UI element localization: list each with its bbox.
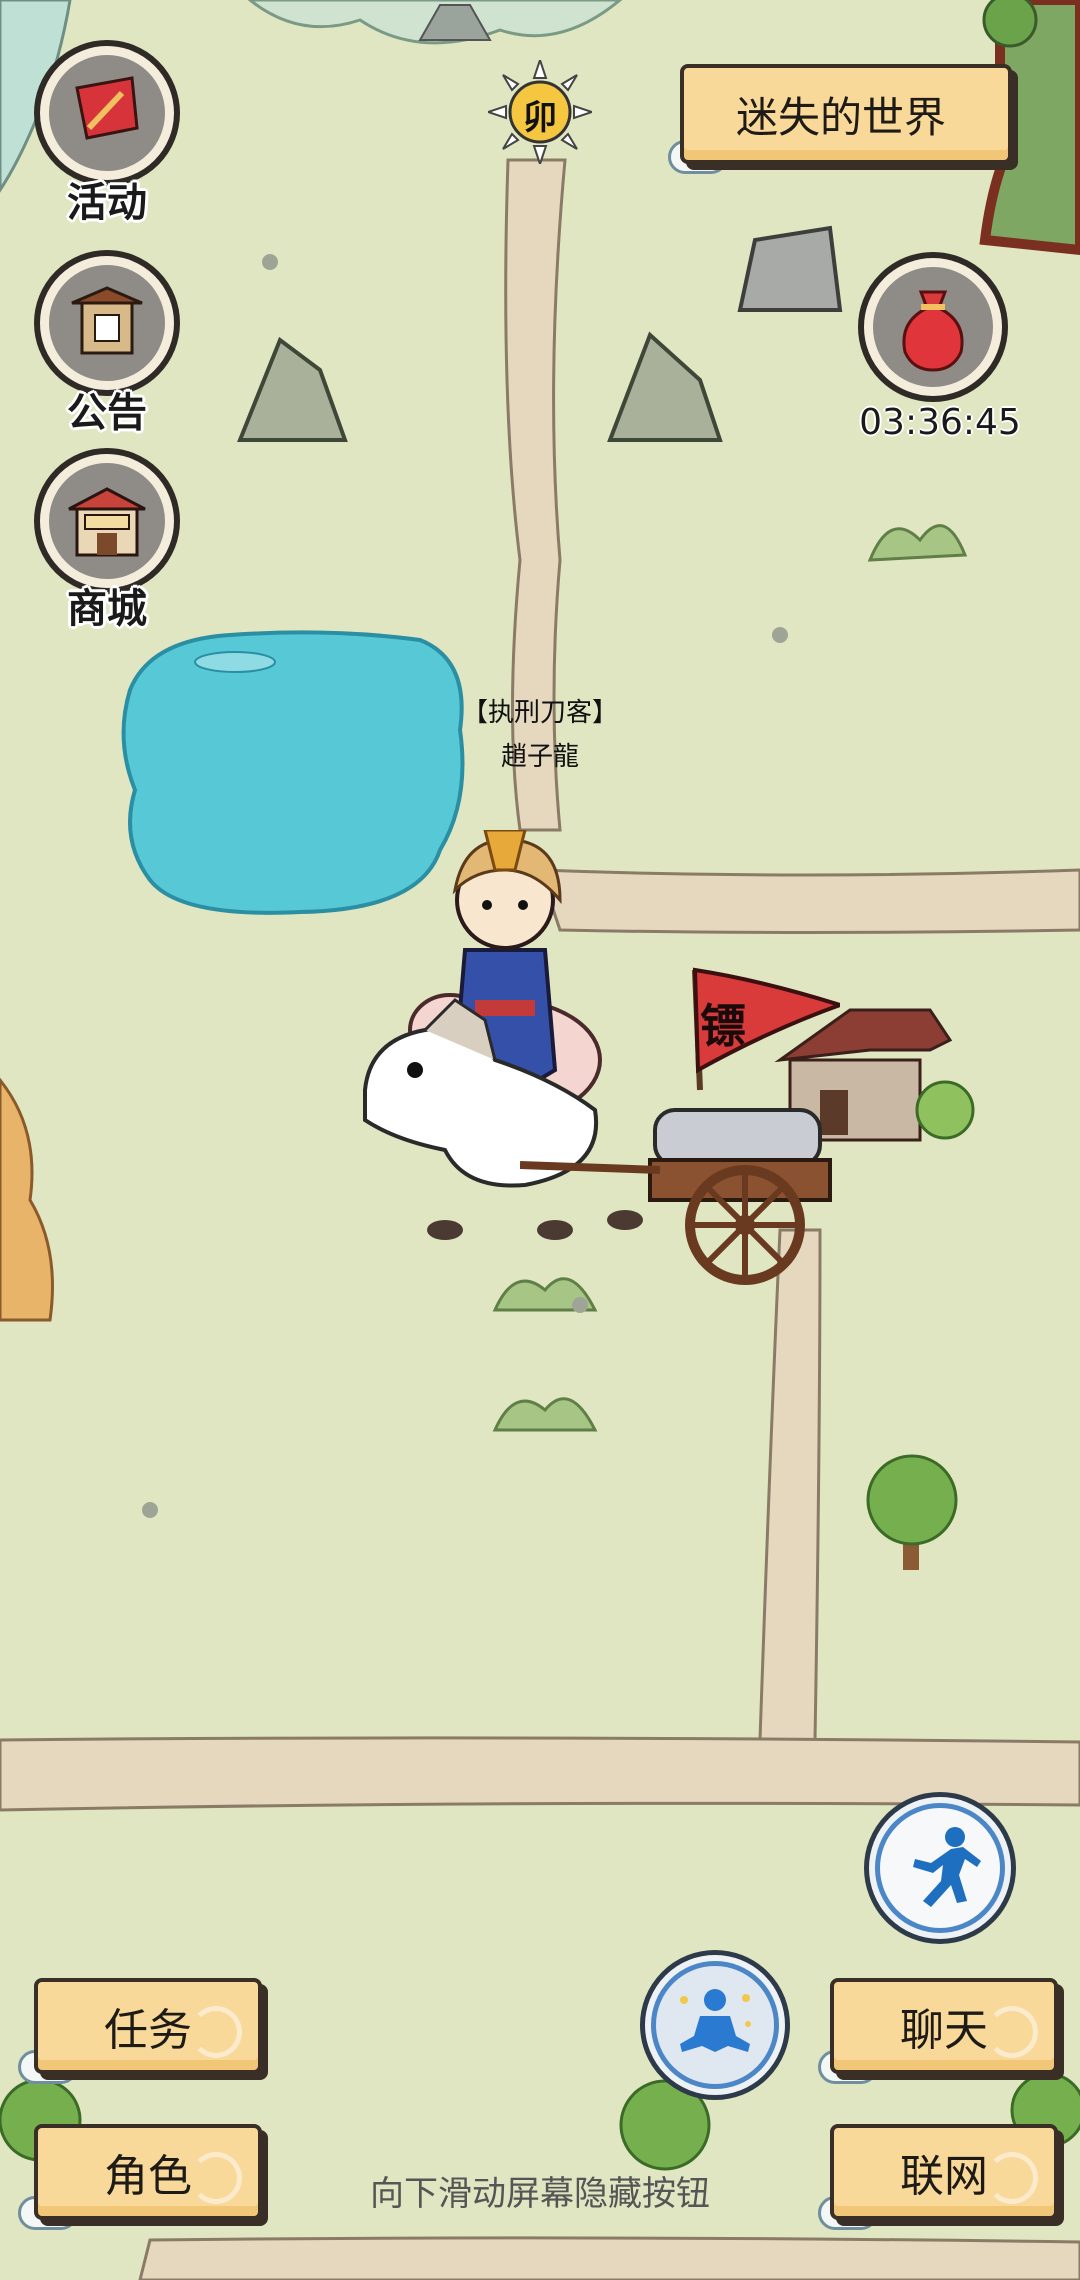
red-bag-button[interactable] xyxy=(858,252,1008,402)
character-button[interactable]: 角色 xyxy=(34,2124,262,2220)
shop-icon xyxy=(68,487,146,557)
npc-name: 趙子龍 xyxy=(500,742,579,772)
meditate-button[interactable] xyxy=(640,1950,790,2100)
npc-title: 【执刑刀客】 xyxy=(461,698,618,728)
notice-label: 公告 xyxy=(67,390,147,436)
network-button[interactable]: 联网 xyxy=(830,2124,1058,2220)
character-label: 角色 xyxy=(104,2151,192,2202)
notice-board-icon xyxy=(71,286,143,355)
shop-label: 商城 xyxy=(67,586,147,632)
world-title-plate[interactable]: 迷失的世界 xyxy=(680,64,1012,164)
activity-label: 活动 xyxy=(67,180,147,226)
escort-cart[interactable] xyxy=(520,960,840,1290)
notice-button[interactable] xyxy=(34,250,180,396)
banner-sword-icon xyxy=(75,76,139,140)
time-of-day-badge: 卯 xyxy=(484,56,596,168)
meditation-icon xyxy=(680,1989,751,2052)
swipe-hint: 向下滑动屏幕隐藏按钮 xyxy=(370,2174,710,2214)
quest-button[interactable]: 任务 xyxy=(34,1978,262,2074)
red-lucky-bag-icon xyxy=(902,290,964,372)
chat-label: 聊天 xyxy=(900,2005,988,2056)
shop-button[interactable] xyxy=(34,448,180,594)
sprint-button[interactable] xyxy=(864,1792,1016,1944)
activity-button[interactable] xyxy=(34,40,180,186)
quest-label: 任务 xyxy=(104,2005,192,2056)
world-title: 迷失的世界 xyxy=(736,92,947,142)
sun-badge-char: 卯 xyxy=(523,98,557,138)
running-man-icon xyxy=(913,1827,981,1907)
escort-flag-char: 镖 xyxy=(700,999,746,1053)
chat-button[interactable]: 聊天 xyxy=(830,1978,1058,2074)
red-bag-timer: 03:36:45 xyxy=(859,402,1021,443)
network-label: 联网 xyxy=(900,2151,988,2202)
